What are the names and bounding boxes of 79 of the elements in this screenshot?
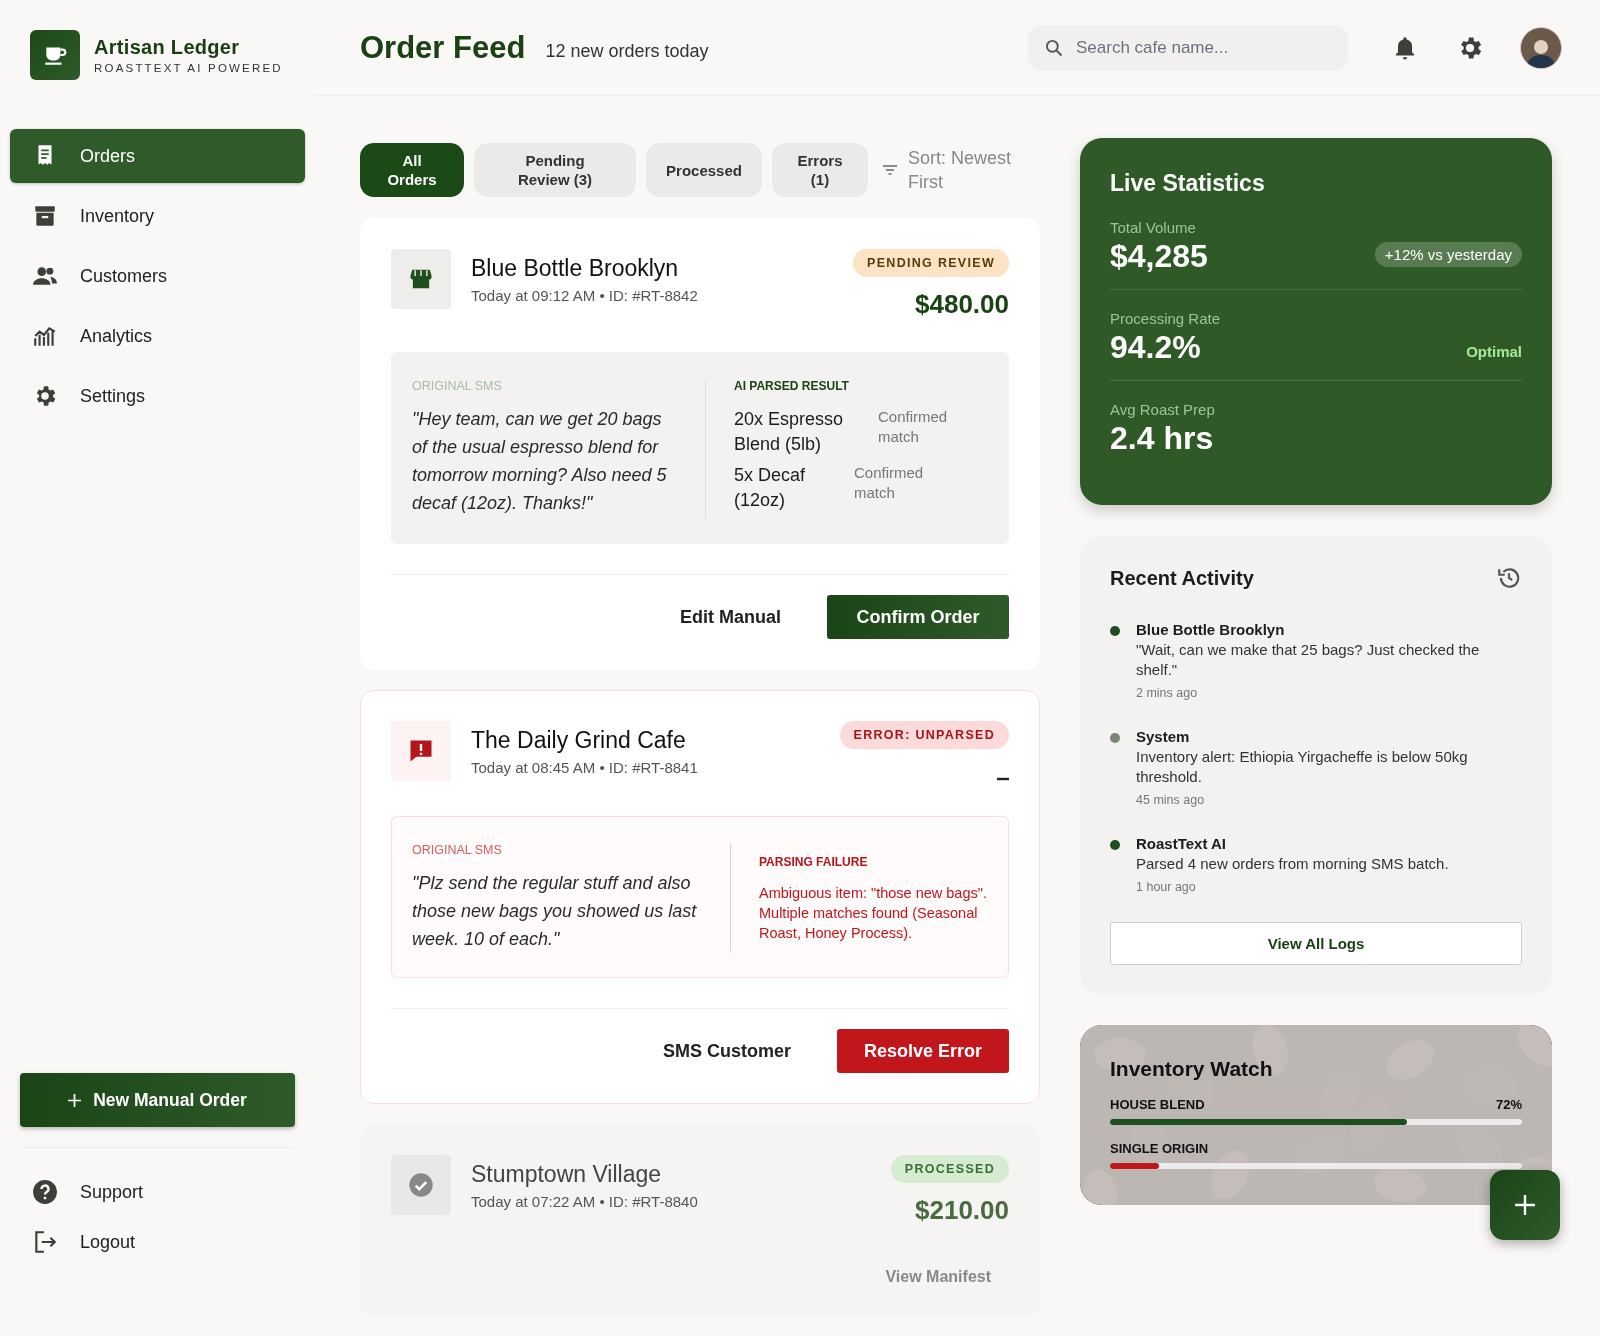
- activity-source: Blue Bottle Brooklyn: [1136, 621, 1286, 638]
- action-button[interactable]: SMS Customer: [656, 1029, 797, 1073]
- activity-time: 45 mins ago: [1136, 793, 1206, 807]
- trend-badge: +12% vs yesterday: [1374, 242, 1522, 267]
- filter-tab[interactable]: All Orders: [360, 143, 464, 197]
- cafe-name: The Daily Grind Cafe: [471, 727, 687, 754]
- status-badge: ERROR: UNPARSED: [839, 721, 1009, 749]
- search-field[interactable]: Search cafe name...: [1028, 24, 1348, 71]
- section-label: ORIGINAL SMS: [412, 843, 503, 857]
- view-logs-button[interactable]: View All Logs: [1110, 922, 1522, 965]
- action-button[interactable]: Edit Manual: [674, 595, 787, 639]
- card-title: Inventory Watch: [1110, 1057, 1274, 1081]
- brand-tagline: ROASTTEXT AI POWERED: [94, 62, 283, 74]
- section-label: AI PARSED RESULT: [734, 379, 850, 393]
- order-meta: Today at 09:12 AM • ID: #RT-8842: [471, 287, 698, 304]
- stock-percent: 72%: [1495, 1097, 1522, 1112]
- check-circle-icon: [407, 1171, 435, 1199]
- match-status: Confirmed match: [854, 463, 925, 503]
- section-label: PARSING FAILURE: [759, 855, 869, 869]
- activity-source: System: [1136, 728, 1191, 745]
- sms-text: "Plz send the regular stuff and also those new bags you showed us last week. 10 of each.": [412, 872, 698, 951]
- order-meta: Today at 07:22 AM • ID: #RT-8840: [471, 1193, 698, 1210]
- order-meta: Today at 08:45 AM • ID: #RT-8841: [471, 759, 698, 776]
- stat-label: Avg Roast Prep: [1110, 401, 1215, 418]
- nav-item[interactable]: Settings: [10, 369, 305, 423]
- nav-link[interactable]: Support: [10, 1174, 305, 1210]
- order-amount: $210.00: [915, 1195, 1009, 1226]
- activity-time: 2 mins ago: [1136, 686, 1199, 700]
- page-title: Order Feed: [360, 29, 526, 66]
- stock-label: HOUSE BLEND: [1110, 1097, 1205, 1112]
- stat-label: Processing Rate: [1110, 310, 1221, 327]
- activity-message: "Wait, can we make that 25 bags? Just checked the shelf.": [1136, 640, 1481, 680]
- filter-tab[interactable]: Pending Review (3): [474, 143, 636, 197]
- activity-message: Inventory alert: Ethiopia Yirgacheffe is below 50kg threshold.: [1136, 747, 1469, 787]
- failure-message: Ambiguous item: "those new bags". Multiple matches found (Seasonal Roast, Honey Process).: [759, 884, 988, 943]
- nav-item[interactable]: Customers: [10, 249, 305, 303]
- filter-tab[interactable]: Processed: [646, 143, 762, 197]
- new-order-button[interactable]: New Manual Order: [20, 1073, 295, 1127]
- order-count: 12 new orders today: [545, 41, 709, 62]
- nav-item[interactable]: Analytics: [10, 309, 305, 363]
- stat-label: Total Volume: [1110, 219, 1197, 236]
- status-badge: PROCESSED: [890, 1155, 1009, 1183]
- activity-time: 1 hour ago: [1136, 880, 1197, 894]
- avatar[interactable]: [1520, 26, 1562, 69]
- parsed-item: 5x Decaf (12oz): [734, 464, 807, 512]
- filter-tab[interactable]: Errors (1): [772, 143, 868, 197]
- status-text: Optimal: [1466, 343, 1522, 360]
- nav-link[interactable]: Logout: [10, 1224, 305, 1260]
- nav-item[interactable]: Orders: [10, 129, 305, 183]
- help-icon: [32, 1179, 58, 1205]
- stat-value: 94.2%: [1110, 329, 1202, 366]
- card-title: Recent Activity: [1110, 566, 1254, 590]
- card-title: Live Statistics: [1110, 170, 1266, 197]
- add-button[interactable]: [1490, 1170, 1560, 1240]
- stat-value: $4,285: [1110, 238, 1208, 275]
- order-amount: $480.00: [915, 289, 1009, 320]
- activity-source: RoastText AI: [1136, 835, 1227, 852]
- sms-text: "Hey team, can we get 20 bags of the usual espresso blend for tomorrow morning? Also need 5 decaf (12oz). Thanks!": [412, 408, 668, 515]
- logout-icon: [32, 1229, 58, 1255]
- stat-value: 2.4 hrs: [1110, 420, 1215, 457]
- cafe-name: Stumptown Village: [471, 1161, 663, 1188]
- action-button[interactable]: Confirm Order: [827, 595, 1009, 639]
- nav-item[interactable]: Inventory: [10, 189, 305, 243]
- collapse-icon[interactable]: [997, 777, 1009, 781]
- status-badge: PENDING REVIEW: [853, 249, 1009, 277]
- stock-label: SINGLE ORIGIN: [1110, 1141, 1209, 1156]
- history-icon[interactable]: [1496, 565, 1522, 591]
- activity-message: Parsed 4 new orders from morning SMS batch.: [1136, 854, 1449, 874]
- filter-icon[interactable]: [882, 163, 898, 177]
- cafe-name: Blue Bottle Brooklyn: [471, 255, 680, 282]
- parsed-item: 20x Espresso Blend (5lb): [734, 408, 845, 456]
- archive-box-icon: [32, 203, 58, 229]
- plus-icon: [68, 1093, 82, 1107]
- section-label: ORIGINAL SMS: [412, 379, 503, 393]
- brand-name: Artisan Ledger: [94, 36, 241, 59]
- plus-icon: [1515, 1195, 1535, 1215]
- action-button[interactable]: Resolve Error: [837, 1029, 1009, 1073]
- match-status: Confirmed match: [878, 407, 949, 447]
- search-icon: [1044, 37, 1064, 58]
